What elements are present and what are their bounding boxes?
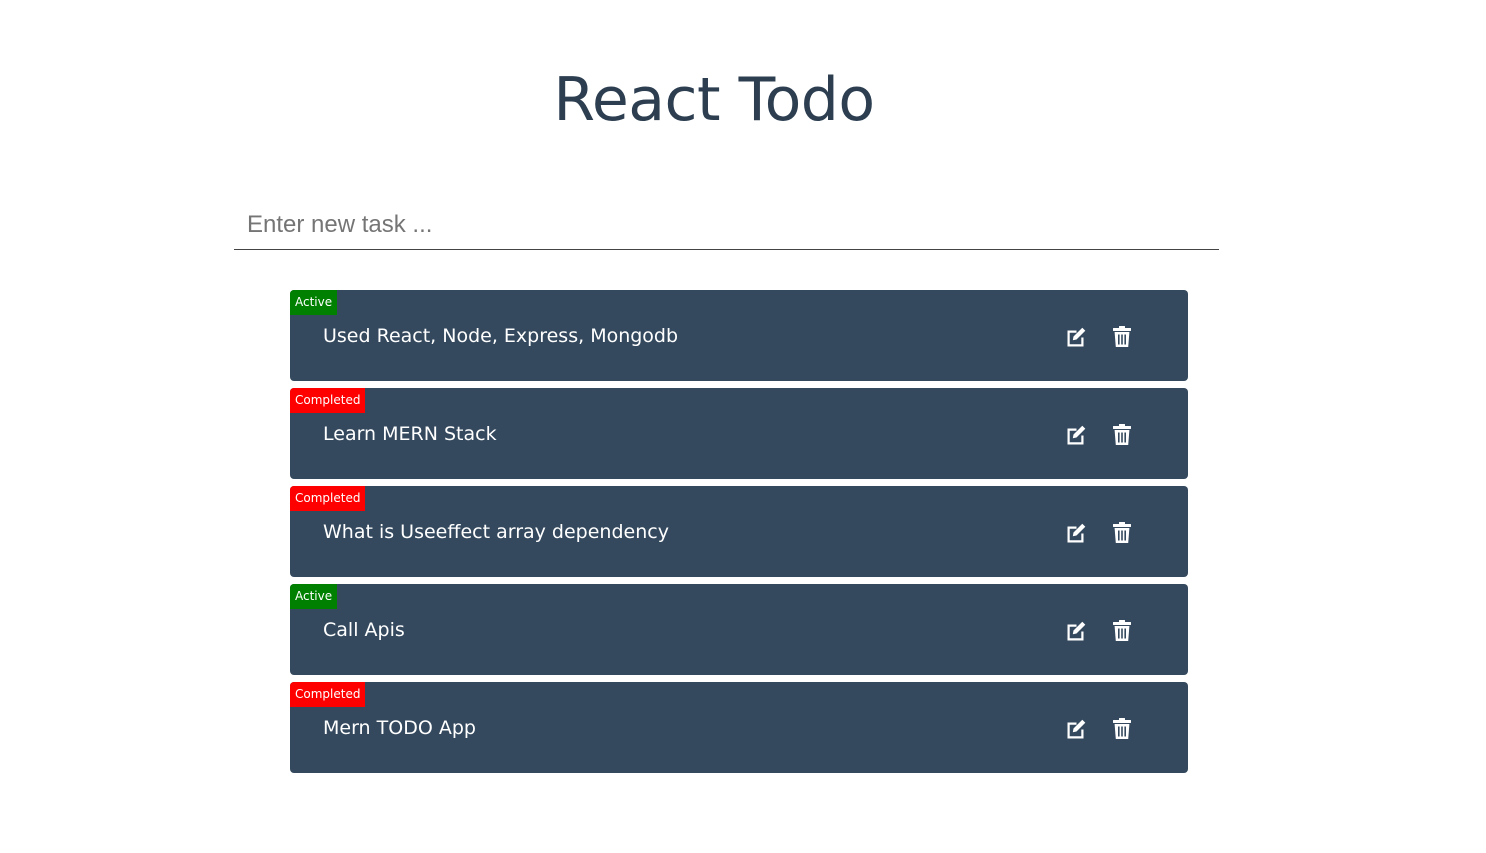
trash-icon xyxy=(1113,718,1131,739)
task-item: Completed What is Useeffect array depend… xyxy=(290,486,1188,577)
edit-icon xyxy=(1067,425,1086,445)
edit-icon xyxy=(1067,523,1086,543)
task-text: Mern TODO App xyxy=(323,717,476,739)
status-badge[interactable]: Active xyxy=(290,290,338,315)
trash-icon xyxy=(1113,326,1131,347)
delete-button[interactable] xyxy=(1110,325,1134,349)
todo-app: React Todo Active Used React, Node, Expr… xyxy=(0,0,1486,853)
page-title: React Todo xyxy=(553,65,875,135)
task-item: Completed Mern TODO App xyxy=(290,682,1188,773)
task-item: Active Used React, Node, Express, Mongod… xyxy=(290,290,1188,381)
status-badge[interactable]: Completed xyxy=(290,388,366,413)
task-list: Active Used React, Node, Express, Mongod… xyxy=(290,290,1188,780)
task-text: Call Apis xyxy=(323,619,405,641)
task-item: Completed Learn MERN Stack xyxy=(290,388,1188,479)
task-text: What is Useeffect array dependency xyxy=(323,521,669,543)
task-text: Used React, Node, Express, Mongodb xyxy=(323,325,679,347)
edit-icon xyxy=(1067,621,1086,641)
task-text: Learn MERN Stack xyxy=(323,423,497,445)
edit-button[interactable] xyxy=(1064,619,1088,643)
trash-icon xyxy=(1113,424,1131,445)
trash-icon xyxy=(1113,522,1131,543)
edit-icon xyxy=(1067,719,1086,739)
edit-icon xyxy=(1067,327,1086,347)
edit-button[interactable] xyxy=(1064,325,1088,349)
new-task-input[interactable] xyxy=(234,200,1219,250)
delete-button[interactable] xyxy=(1110,619,1134,643)
delete-button[interactable] xyxy=(1110,521,1134,545)
trash-icon xyxy=(1113,620,1131,641)
delete-button[interactable] xyxy=(1110,717,1134,741)
edit-button[interactable] xyxy=(1064,521,1088,545)
task-item: Active Call Apis xyxy=(290,584,1188,675)
delete-button[interactable] xyxy=(1110,423,1134,447)
status-badge[interactable]: Active xyxy=(290,584,338,609)
edit-button[interactable] xyxy=(1064,423,1088,447)
status-badge[interactable]: Completed xyxy=(290,682,366,707)
edit-button[interactable] xyxy=(1064,717,1088,741)
status-badge[interactable]: Completed xyxy=(290,486,366,511)
